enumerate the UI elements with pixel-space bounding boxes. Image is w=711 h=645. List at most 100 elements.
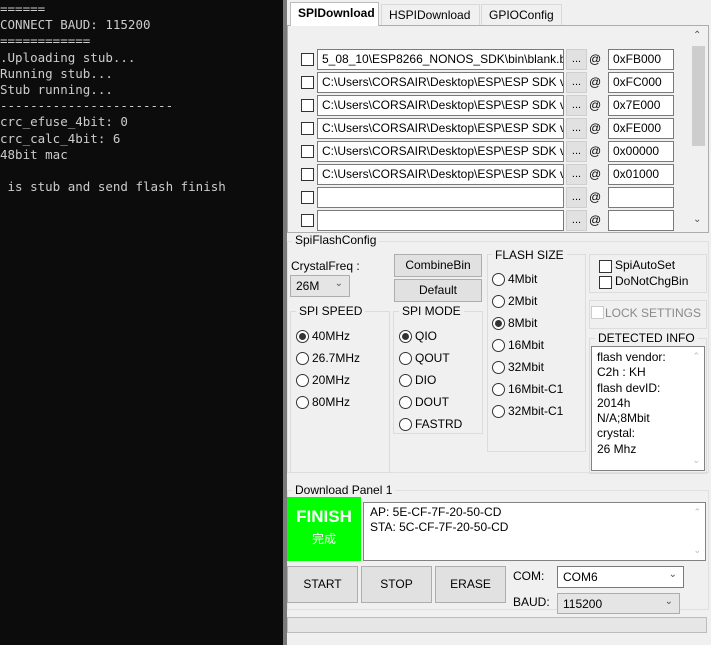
scroll-down-icon[interactable]: ⌄ — [693, 214, 701, 225]
browse-file-button[interactable]: ... — [566, 72, 587, 93]
file-path-input[interactable]: C:\Users\CORSAIR\Desktop\ESP\ESP SDK v2.… — [317, 141, 564, 162]
flash-size-radio[interactable] — [492, 405, 505, 418]
crystal-freq-value: 26M — [296, 279, 320, 293]
console-line: .Uploading stub... — [0, 49, 136, 65]
browse-file-button[interactable]: ... — [566, 141, 587, 162]
console-line: crc_calc_4bit: 6 — [0, 130, 121, 146]
console-line: is stub and send flash finish — [0, 179, 226, 195]
file-enable-checkbox[interactable] — [301, 191, 314, 204]
browse-file-button[interactable]: ... — [566, 164, 587, 185]
spi-mode-label: QOUT — [415, 351, 450, 365]
combine-bin-button[interactable]: CombineBin — [394, 254, 482, 277]
flash-size-radio[interactable] — [492, 295, 505, 308]
detected-info-line: 26 Mhz — [597, 441, 637, 456]
flash-size-label: 4Mbit — [508, 272, 538, 286]
scroll-down-icon[interactable]: ⌄ — [692, 453, 700, 468]
spi-speed-radio[interactable] — [296, 374, 309, 387]
spiautoset-checkbox[interactable] — [599, 260, 612, 273]
baud-rate-select[interactable]: 115200 ⌄ — [557, 593, 680, 614]
flash-address-input[interactable]: 0x01000 — [608, 164, 674, 185]
flash-size-radio[interactable] — [492, 361, 505, 374]
flash-address-input[interactable]: 0xFB000 — [608, 49, 674, 70]
donotchgbin-checkbox[interactable] — [599, 276, 612, 289]
default-button[interactable]: Default — [394, 279, 482, 302]
console-line: ----------------------- — [0, 98, 174, 114]
mac-log-text[interactable]: AP: 5E-CF-7F-20-50-CD STA: 5C-CF-7F-20-5… — [363, 502, 706, 561]
flash-address-input[interactable]: 0x00000 — [608, 141, 674, 162]
spi-mode-radio[interactable] — [399, 330, 412, 343]
flash-address-input[interactable] — [608, 210, 674, 231]
chevron-down-icon: ⌄ — [664, 596, 673, 607]
flash-address-input[interactable] — [608, 187, 674, 208]
scroll-down-icon[interactable]: ⌄ — [693, 543, 701, 558]
console-line: 48bit mac — [0, 146, 68, 162]
file-path-input[interactable] — [317, 210, 564, 231]
spi-speed-radio[interactable] — [296, 352, 309, 365]
browse-file-button[interactable]: ... — [566, 49, 587, 70]
com-port-value: COM6 — [563, 570, 598, 584]
file-enable-checkbox[interactable] — [301, 122, 314, 135]
detected-info-text[interactable]: flash vendor: C2h : KH flash devID: 2014h N/… — [591, 346, 705, 471]
start-button[interactable]: START — [287, 566, 358, 603]
status-indicator: FINISH 完成 — [287, 497, 361, 561]
file-path-input[interactable]: 5_08_10\ESP8266_NONOS_SDK\bin\blank.bin — [317, 49, 564, 70]
spi-speed-radio[interactable] — [296, 330, 309, 343]
tab-spidownload[interactable]: SPIDownload — [290, 2, 379, 26]
file-path-input[interactable]: C:\Users\CORSAIR\Desktop\ESP\ESP SDK v2.… — [317, 72, 564, 93]
com-port-select[interactable]: COM6 ⌄ — [557, 566, 684, 588]
lock-settings-label: LOCK SETTINGS — [605, 306, 702, 320]
flash-size-radio[interactable] — [492, 339, 505, 352]
spi-speed-label: SPI SPEED — [296, 304, 366, 318]
at-symbol: @ — [589, 190, 602, 204]
file-path-input[interactable] — [317, 187, 564, 208]
flash-size-radio[interactable] — [492, 273, 505, 286]
spi-mode-radio[interactable] — [399, 418, 412, 431]
file-enable-checkbox[interactable] — [301, 53, 314, 66]
status-text: FINISH — [296, 507, 352, 526]
browse-file-button[interactable]: ... — [566, 118, 587, 139]
scroll-up-icon[interactable]: ⌃ — [693, 505, 701, 520]
flash-size-label: 16Mbit — [508, 338, 545, 352]
file-path-input[interactable]: C:\Users\CORSAIR\Desktop\ESP\ESP SDK v2.… — [317, 118, 564, 139]
scrollbar-thumb[interactable] — [692, 46, 705, 146]
spi-speed-radio[interactable] — [296, 396, 309, 409]
scroll-up-icon[interactable]: ⌃ — [693, 30, 701, 41]
baud-label: BAUD: — [513, 595, 550, 609]
log-line-sta: STA: 5C-CF-7F-20-50-CD — [370, 520, 509, 534]
flash-address-input[interactable]: 0xFE000 — [608, 118, 674, 139]
file-list-scrollbar[interactable]: ⌃ ⌄ — [690, 28, 707, 231]
file-enable-checkbox[interactable] — [301, 214, 314, 227]
crystal-freq-select[interactable]: 26M ⌄ — [290, 275, 350, 297]
detected-info-line: 2014h — [597, 395, 631, 410]
file-enable-checkbox[interactable] — [301, 99, 314, 112]
flash-size-radio[interactable] — [492, 383, 505, 396]
tab-gpioconfig[interactable]: GPIOConfig — [481, 4, 562, 25]
spi-mode-label: DIO — [415, 373, 437, 387]
flash-address-input[interactable]: 0x7E000 — [608, 95, 674, 116]
flash-size-label: 2Mbit — [508, 294, 538, 308]
console-output: ====== CONNECT BAUD: 115200 ============ .U… — [0, 0, 283, 645]
browse-file-button[interactable]: ... — [566, 95, 587, 116]
crystal-freq-label: CrystalFreq : — [291, 259, 360, 273]
browse-file-button[interactable]: ... — [566, 210, 587, 231]
flash-size-label: 32Mbit — [508, 360, 545, 374]
stop-button[interactable]: STOP — [361, 566, 432, 603]
scroll-up-icon[interactable]: ⌃ — [692, 349, 700, 364]
browse-file-button[interactable]: ... — [566, 187, 587, 208]
spi-speed-label: 26.7MHz — [312, 351, 361, 365]
file-enable-checkbox[interactable] — [301, 76, 314, 89]
log-line-ap: AP: 5E-CF-7F-20-50-CD — [370, 505, 502, 519]
tab-hspidownload[interactable]: HSPIDownload — [381, 4, 480, 25]
flash-size-radio[interactable] — [492, 317, 505, 330]
file-path-input[interactable]: C:\Users\CORSAIR\Desktop\ESP\ESP SDK v2.… — [317, 164, 564, 185]
flash-address-input[interactable]: 0xFC000 — [608, 72, 674, 93]
file-path-input[interactable]: C:\Users\CORSAIR\Desktop\ESP\ESP SDK v2.… — [317, 95, 564, 116]
spi-mode-radio[interactable] — [399, 396, 412, 409]
spi-mode-radio[interactable] — [399, 352, 412, 365]
spi-mode-radio[interactable] — [399, 374, 412, 387]
lock-settings-checkbox[interactable] — [591, 306, 604, 319]
file-enable-checkbox[interactable] — [301, 145, 314, 158]
erase-button[interactable]: ERASE — [435, 566, 506, 603]
file-enable-checkbox[interactable] — [301, 168, 314, 181]
